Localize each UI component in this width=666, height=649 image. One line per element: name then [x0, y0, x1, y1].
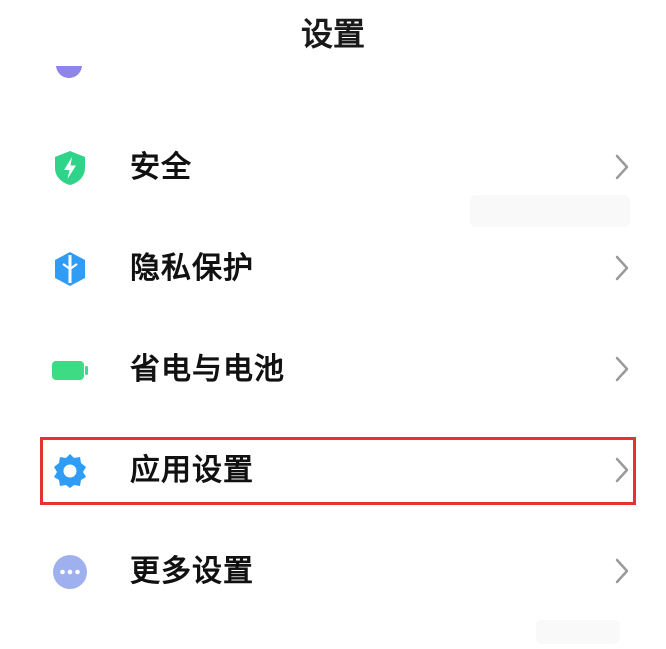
- chevron-right-icon: [615, 154, 629, 180]
- settings-item-security[interactable]: 安全: [0, 118, 666, 219]
- partial-settings-icon: [56, 66, 82, 86]
- chevron-right-icon: [615, 558, 629, 584]
- settings-item-label: 安全: [130, 150, 192, 185]
- chevron-right-icon: [615, 255, 629, 281]
- more-dots-icon: [53, 555, 87, 589]
- settings-item-battery[interactable]: 省电与电池: [0, 320, 666, 421]
- chevron-right-icon: [615, 457, 629, 483]
- settings-item-app-settings[interactable]: 应用设置: [0, 421, 666, 522]
- background-shadow: [536, 620, 620, 644]
- settings-item-privacy[interactable]: 隐私保护: [0, 219, 666, 320]
- privacy-shield-icon: [55, 252, 85, 286]
- page-title: 设置: [300, 15, 365, 53]
- settings-list: 安全 隐私保护 省电与电池 应用设置 更多设置: [0, 118, 666, 623]
- top-bar: 设置: [0, 0, 666, 72]
- shield-bolt-icon: [55, 151, 85, 185]
- battery-icon: [52, 361, 88, 380]
- settings-item-label: 隐私保护: [130, 251, 254, 286]
- settings-item-more-settings[interactable]: 更多设置: [0, 522, 666, 623]
- settings-item-label: 应用设置: [130, 453, 254, 488]
- gear-icon: [54, 454, 86, 488]
- settings-item-label: 省电与电池: [130, 352, 285, 387]
- chevron-right-icon: [615, 356, 629, 382]
- settings-item-label: 更多设置: [130, 554, 254, 589]
